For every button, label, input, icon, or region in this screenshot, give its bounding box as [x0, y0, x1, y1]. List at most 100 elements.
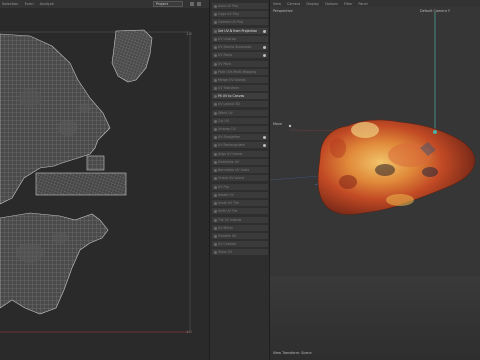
tool-item[interactable]: UV Rectangulate: [212, 142, 268, 149]
tool-item[interactable]: Pack UVs Multi-Mapping: [212, 69, 268, 76]
tool-item[interactable]: Normalize UV Scale: [212, 167, 268, 174]
tool-option-icon[interactable]: [262, 53, 266, 57]
tool-label: Stitch UV: [218, 111, 233, 115]
tool-item[interactable]: UV Relax: [212, 52, 268, 59]
tool-label: UV Flip: [218, 185, 230, 189]
tool-icon: [213, 30, 217, 33]
tool-label: Merge UV Islands: [218, 78, 246, 82]
tool-item[interactable]: Orient UV Island: [212, 175, 268, 182]
tool-label: Align UV Island: [218, 152, 243, 156]
tool-item[interactable]: UV Straighten: [212, 134, 268, 141]
tool-label: Fit UV to Canvas: [218, 94, 245, 98]
tool-label: UV Checker: [218, 242, 237, 246]
tool-item[interactable]: UV Seams Automatic: [212, 44, 268, 51]
tool-label: Transfer UV: [218, 234, 237, 238]
tool-icon: [213, 169, 217, 172]
tool-label: Distribute UV: [218, 160, 240, 164]
tool-icon: [213, 210, 217, 213]
tool-label: UV Mirror: [218, 226, 233, 230]
tool-item[interactable]: Merge UV Islands: [212, 77, 268, 84]
tool-label: Rotate UV: [218, 193, 234, 197]
tool-item[interactable]: Fit UV to Canvas: [212, 93, 268, 100]
tool-item[interactable]: Shift UV Tile: [212, 208, 268, 215]
tool-label: UV Unwrap: [218, 37, 236, 41]
tool-icon: [213, 79, 217, 82]
tool-option-icon[interactable]: [262, 45, 266, 49]
tool-label: Show UV: [218, 250, 233, 254]
tool-item[interactable]: UV Mirror: [212, 225, 268, 232]
uv-editor-canvas[interactable]: 1.0 1.0: [0, 8, 209, 360]
tool-icon: [213, 161, 217, 164]
tool-item[interactable]: UV Flip: [212, 184, 268, 191]
camera-pivot-icon: [433, 130, 437, 134]
tool-icon: [213, 153, 217, 156]
project-select[interactable]: Project: [153, 1, 183, 7]
tool-label: Normalize UV Scale: [218, 168, 250, 172]
tool-item[interactable]: UV Unwrap: [212, 36, 268, 43]
uv-corner-bottom-label: 1.0: [186, 330, 192, 334]
tool-item[interactable]: Cage UV Proj: [212, 11, 268, 18]
tool-icon: [213, 95, 217, 98]
tool-label: Tile UV Islands: [218, 218, 242, 222]
tool-icon: [213, 13, 217, 16]
tool-icon: [213, 103, 217, 106]
tool-icon: [213, 194, 217, 197]
menu-analyze[interactable]: Analyze: [40, 2, 54, 6]
tool-icon: [213, 128, 217, 131]
tool-label: Pack UVs Multi-Mapping: [218, 70, 257, 74]
tool-item[interactable]: Show UV: [212, 249, 268, 256]
tool-icon: [213, 54, 217, 57]
viewport-3d[interactable]: View Camera Display Options Filter Panel…: [270, 0, 480, 360]
tool-label: Shift UV Tile: [218, 209, 238, 213]
tool-item[interactable]: Stitch UV: [212, 110, 268, 117]
tool-label: Set UV-N from Projection: [218, 29, 258, 33]
tool-item[interactable]: Distribute UV: [212, 159, 268, 166]
tool-item[interactable]: Unwrap UV: [212, 126, 268, 133]
tool-option-icon[interactable]: [262, 29, 266, 33]
tool-item[interactable]: UV Pack: [212, 61, 268, 68]
tool-option-icon[interactable]: [262, 143, 266, 147]
tool-item[interactable]: Scale UV Tile: [212, 200, 268, 207]
tool-label: Orient UV Island: [218, 176, 244, 180]
tool-item[interactable]: Auto UV Proj: [212, 3, 268, 10]
tool-label: Cut UV: [218, 119, 230, 123]
tool-icon: [213, 21, 217, 24]
tool-icon: [213, 219, 217, 222]
tool-item[interactable]: UV Transform: [212, 85, 268, 92]
tool-label: Scale UV Tile: [218, 201, 239, 205]
tool-icon: [213, 87, 217, 90]
tool-item[interactable]: Cut UV: [212, 118, 268, 125]
tool-icon: [213, 243, 217, 246]
tool-icon: [213, 71, 217, 74]
tool-icon: [213, 38, 217, 41]
tool-icon: [213, 251, 217, 254]
tool-item[interactable]: Camera UV Proj: [212, 19, 268, 26]
scene-render: [270, 12, 480, 360]
settings-icon[interactable]: [197, 2, 201, 6]
tool-label: Camera UV Proj: [218, 20, 243, 24]
tool-icon: [213, 120, 217, 123]
tool-item[interactable]: Set UV-N from Projection: [212, 28, 268, 35]
tool-label: UV Rectangulate: [218, 143, 245, 147]
tool-item[interactable]: Align UV Island: [212, 151, 268, 158]
menu-form[interactable]: Form: [25, 2, 34, 6]
tool-label: UV Pack: [218, 62, 231, 66]
tool-icon: [213, 46, 217, 49]
tool-label: Cage UV Proj: [218, 12, 239, 16]
menu-selection[interactable]: Selection: [2, 2, 19, 6]
tool-icon: [213, 202, 217, 205]
tool-item[interactable]: Tile UV Islands: [212, 217, 268, 224]
tool-label: Auto UV Proj: [218, 4, 238, 8]
tool-icon: [213, 136, 217, 139]
tool-label: UV Straighten: [218, 135, 241, 139]
tool-option-icon[interactable]: [262, 135, 266, 139]
tool-icon: [213, 144, 217, 147]
tool-label: UV Relax: [218, 53, 233, 57]
tool-item[interactable]: Transfer UV: [212, 233, 268, 240]
tool-item[interactable]: UV Layout 3D: [212, 101, 268, 108]
tool-icon: [213, 177, 217, 180]
grid-icon[interactable]: [190, 2, 194, 6]
tool-item[interactable]: Rotate UV: [212, 192, 268, 199]
textured-head-model: [317, 119, 476, 215]
tool-item[interactable]: UV Checker: [212, 241, 268, 248]
